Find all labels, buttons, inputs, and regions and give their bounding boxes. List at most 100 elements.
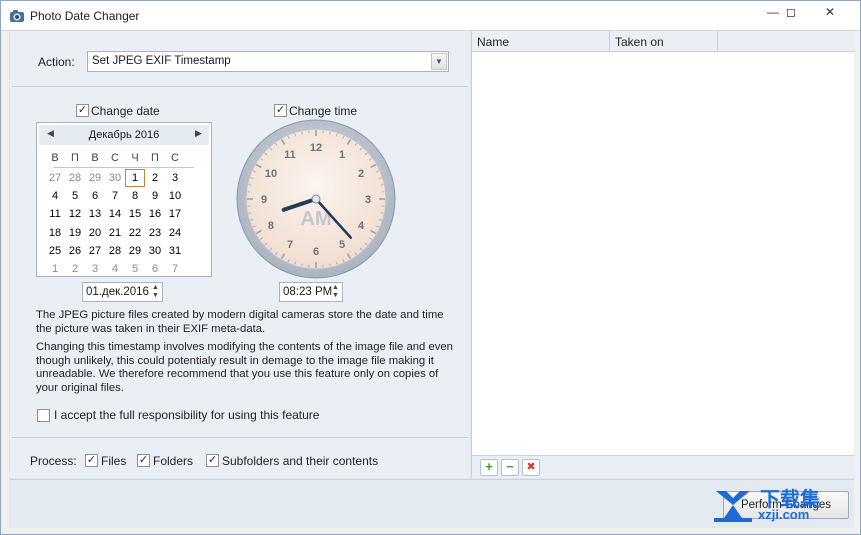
calendar-weekday: В	[51, 152, 59, 164]
calendar-day[interactable]: 2	[65, 260, 85, 278]
calendar-day[interactable]: 26	[65, 242, 85, 260]
change-time-checkbox[interactable]: ✓	[274, 104, 287, 117]
calendar-day[interactable]: 4	[105, 260, 125, 278]
chevron-down-icon[interactable]: ▼	[431, 53, 447, 70]
accept-checkbox[interactable]	[37, 409, 50, 422]
change-date-label: Change date	[91, 104, 160, 118]
action-dropdown[interactable]: Set JPEG EXIF Timestamp ▼	[87, 51, 449, 72]
action-dropdown-value: Set JPEG EXIF Timestamp	[92, 55, 231, 67]
list-toolbar: + − ✖	[472, 455, 855, 478]
remove-icon[interactable]: −	[501, 459, 519, 476]
info-paragraph-1: The JPEG picture files created by modern…	[36, 309, 444, 335]
calendar-day[interactable]: 28	[65, 169, 85, 187]
calendar-day[interactable]: 25	[45, 242, 65, 260]
clock-number: 7	[287, 239, 293, 251]
calendar-day[interactable]: 1	[45, 260, 65, 278]
calendar-day[interactable]: 21	[105, 224, 125, 242]
calendar-day[interactable]: 28	[105, 242, 125, 260]
calendar-day[interactable]: 20	[85, 224, 105, 242]
calendar-day[interactable]: 13	[85, 205, 105, 223]
calendar-day[interactable]: 1	[125, 169, 145, 187]
column-header-taken-on[interactable]: Taken on	[615, 35, 664, 49]
calendar-day[interactable]: 16	[145, 205, 165, 223]
calendar-day[interactable]: 14	[105, 205, 125, 223]
change-date-checkbox[interactable]: ✓	[76, 104, 89, 117]
calendar-day[interactable]: 29	[85, 169, 105, 187]
calendar-day[interactable]: 30	[105, 169, 125, 187]
time-spinner-icon[interactable]: ▲ ▼	[331, 284, 340, 300]
clock-number: 8	[268, 220, 274, 232]
folders-checkbox[interactable]: ✓	[137, 454, 150, 467]
column-divider[interactable]	[717, 31, 718, 51]
time-field[interactable]: 08:23 PM ▲ ▼	[279, 282, 343, 302]
folders-label: Folders	[153, 454, 194, 468]
clock-number: 12	[310, 142, 322, 154]
maximize-button[interactable]: ◻	[774, 2, 808, 22]
calendar[interactable]: ◀ Декабрь 2016 ▶ В П В С Ч П С 27 28 29 30 1 2 3 4 5 6 7 8…	[36, 122, 212, 277]
calendar-day[interactable]: 22	[125, 224, 145, 242]
calendar-weekday: В	[91, 152, 99, 164]
app-window: Photo Date Changer — ◻ ✕ Action: Set JPE…	[0, 0, 861, 535]
calendar-weekday: С	[111, 152, 119, 164]
add-icon[interactable]: +	[480, 459, 498, 476]
clock-number: 1	[339, 149, 345, 161]
window-title: Photo Date Changer	[30, 9, 140, 23]
change-time-label: Change time	[289, 104, 358, 118]
subfolders-checkbox[interactable]: ✓	[206, 454, 219, 467]
calendar-day[interactable]: 30	[145, 242, 165, 260]
clock-number: 10	[265, 168, 277, 180]
calendar-day[interactable]: 29	[125, 242, 145, 260]
calendar-day[interactable]: 6	[85, 187, 105, 205]
delete-icon[interactable]: ✖	[522, 459, 540, 476]
watermark: 下载集 xzji.com	[710, 483, 850, 527]
calendar-day[interactable]: 17	[165, 205, 185, 223]
subfolders-label: Subfolders and their contents	[222, 454, 379, 468]
calendar-day[interactable]: 27	[85, 242, 105, 260]
next-month-icon[interactable]: ▶	[195, 128, 202, 139]
calendar-day[interactable]: 4	[45, 187, 65, 205]
calendar-day[interactable]: 5	[125, 260, 145, 278]
divider	[12, 86, 468, 87]
client-area: Action: Set JPEG EXIF Timestamp ▼ ✓ Chan…	[9, 31, 855, 528]
calendar-day[interactable]: 7	[165, 260, 185, 278]
calendar-weekday: П	[71, 152, 79, 164]
calendar-month-title[interactable]: Декабрь 2016	[39, 129, 209, 141]
clock-number: 2	[358, 168, 364, 180]
date-field[interactable]: 01.дек.2016 ▲ ▼	[82, 282, 163, 302]
close-button[interactable]: ✕	[813, 2, 847, 22]
date-spinner-icon[interactable]: ▲ ▼	[151, 284, 160, 300]
column-divider[interactable]	[609, 31, 610, 51]
analog-clock[interactable]: 121234567891011 AM	[236, 119, 396, 279]
calendar-day[interactable]: 31	[165, 242, 185, 260]
calendar-day[interactable]: 24	[165, 224, 185, 242]
calendar-day[interactable]: 19	[65, 224, 85, 242]
action-label: Action:	[38, 55, 75, 69]
file-list[interactable]: Name Taken on + − ✖	[471, 31, 855, 478]
calendar-day[interactable]: 3	[165, 169, 185, 187]
column-header-name[interactable]: Name	[477, 35, 509, 49]
info-paragraph-2: Changing this timestamp involves modifyi…	[36, 341, 453, 394]
calendar-day[interactable]: 11	[45, 205, 65, 223]
calendar-day[interactable]: 12	[65, 205, 85, 223]
calendar-day[interactable]: 9	[145, 187, 165, 205]
calendar-day[interactable]: 27	[45, 169, 65, 187]
calendar-day[interactable]: 10	[165, 187, 185, 205]
clock-number: 5	[339, 239, 345, 251]
watermark-logo-icon	[714, 491, 752, 522]
calendar-day[interactable]: 2	[145, 169, 165, 187]
calendar-divider	[53, 167, 194, 168]
calendar-day[interactable]: 6	[145, 260, 165, 278]
calendar-day[interactable]: 8	[125, 187, 145, 205]
calendar-day[interactable]: 3	[85, 260, 105, 278]
calendar-day[interactable]: 23	[145, 224, 165, 242]
process-label: Process:	[30, 454, 77, 468]
watermark-url: xzji.com	[758, 507, 810, 522]
calendar-day[interactable]: 5	[65, 187, 85, 205]
files-checkbox[interactable]: ✓	[85, 454, 98, 467]
calendar-day[interactable]: 18	[45, 224, 65, 242]
calendar-day[interactable]: 7	[105, 187, 125, 205]
calendar-day[interactable]: 15	[125, 205, 145, 223]
date-value: 01.дек.2016	[86, 286, 149, 298]
list-header: Name Taken on	[472, 31, 855, 52]
clock-number: 11	[284, 149, 296, 161]
